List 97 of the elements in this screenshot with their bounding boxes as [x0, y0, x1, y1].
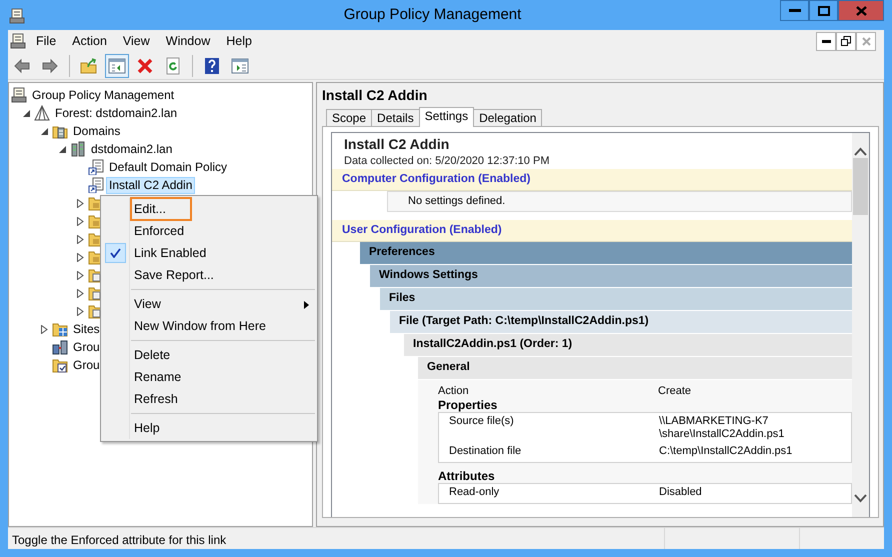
restore-icon — [841, 36, 851, 46]
status-text: Toggle the Enforced attribute for this link — [11, 532, 228, 549]
menu-item[interactable]: Edit... — [130, 196, 192, 222]
section-heading[interactable]: Preferences — [360, 242, 852, 265]
scroll-down-icon[interactable] — [854, 494, 867, 503]
tree-item[interactable]: Forest: dstdomain2.lan — [52, 104, 180, 122]
help-icon — [203, 56, 221, 74]
console-icon — [10, 33, 26, 49]
expand-icon[interactable] — [76, 216, 84, 226]
setting-value: \share\InstallC2Addin.ps1 — [659, 428, 784, 441]
modeling-icon — [52, 339, 68, 355]
scroll-thumb[interactable] — [853, 158, 868, 215]
tree-item[interactable]: Grou — [70, 356, 103, 374]
setting-label: Read-only — [449, 486, 500, 499]
close-icon — [862, 36, 870, 46]
section-heading[interactable]: Computer Configuration (Enabled) — [332, 169, 852, 191]
group-heading: Attributes — [438, 469, 496, 483]
no-settings-note: No settings defined. — [387, 191, 852, 212]
section-heading[interactable]: User Configuration (Enabled) — [332, 220, 852, 242]
expand-icon[interactable] — [40, 324, 48, 334]
section-heading[interactable]: Windows Settings — [370, 265, 852, 288]
forward-icon — [41, 56, 59, 74]
menu-item[interactable]: Rename — [130, 366, 186, 388]
tree-item[interactable]: Group Policy Management — [29, 86, 178, 104]
setting-value: Disabled — [659, 486, 702, 499]
forest-icon — [34, 105, 50, 121]
setting-value: Create — [658, 384, 692, 398]
tree-item[interactable]: Default Domain Policy — [106, 158, 230, 176]
collected-date: Data collected on: 5/20/2020 12:37:10 PM — [343, 154, 550, 169]
maximize-button[interactable] — [809, 0, 838, 21]
close-icon — [856, 6, 866, 16]
results-icon — [52, 357, 68, 373]
tree-item[interactable]: Install C2 Addin — [106, 176, 196, 194]
tree-item[interactable]: Grou — [70, 338, 103, 356]
tree-item[interactable]: dstdomain2.lan — [88, 140, 176, 158]
expand-icon[interactable] — [76, 306, 84, 316]
report-title: Install C2 Addin — [343, 135, 450, 153]
sites-icon — [52, 321, 68, 337]
menu-item[interactable]: Link Enabled — [130, 242, 210, 264]
minimize-button[interactable] — [816, 32, 836, 50]
minimize-icon — [788, 8, 800, 12]
section-heading[interactable]: General — [418, 357, 852, 380]
close-button[interactable] — [838, 0, 884, 21]
section-heading[interactable]: InstallC2Addin.ps1 (Order: 1) — [404, 334, 852, 357]
policy-link-icon — [88, 177, 104, 193]
tab[interactable]: Delegation — [473, 109, 542, 126]
app-icon — [9, 8, 25, 24]
group-heading: Properties — [438, 398, 498, 412]
toolbar-button[interactable] — [105, 54, 129, 78]
menu-item[interactable]: Window — [158, 32, 218, 50]
menu-item[interactable]: New Window from Here — [130, 314, 270, 338]
menu-item[interactable]: Help — [218, 32, 260, 50]
policy-link-icon — [88, 159, 104, 175]
tree-item[interactable]: Domains — [70, 122, 124, 140]
tree-item[interactable]: Sites — [70, 320, 103, 338]
tab[interactable]: Scope — [326, 109, 372, 126]
menu-item[interactable]: Save Report... — [130, 264, 218, 286]
setting-label: Source file(s) — [449, 415, 515, 429]
expand-icon[interactable] — [76, 288, 84, 298]
folder-up-icon — [80, 56, 98, 74]
delete-icon — [136, 56, 154, 74]
menu-item[interactable]: Delete — [130, 344, 174, 366]
setting-label: Action — [438, 384, 470, 398]
expand-icon[interactable] — [76, 270, 84, 280]
menu-item[interactable]: View — [130, 292, 165, 316]
setting-value: \\LABMARKETING-K7 — [659, 415, 770, 428]
scroll-up-icon[interactable] — [854, 147, 867, 156]
expand-icon[interactable] — [76, 198, 84, 208]
console-tree-icon — [108, 56, 126, 74]
menu-item[interactable]: Help — [130, 416, 164, 440]
restore-button[interactable] — [836, 32, 856, 50]
expand-icon[interactable] — [76, 234, 84, 244]
refresh-icon — [164, 56, 182, 74]
action-pane-icon — [231, 56, 249, 74]
domain-icon — [70, 141, 86, 157]
pane-title: Install C2 Addin — [322, 87, 428, 104]
back-icon — [13, 56, 31, 74]
window-title: Group Policy Management — [342, 5, 522, 25]
minimize-button[interactable] — [780, 0, 809, 21]
setting-label: Destination file — [449, 445, 522, 458]
menu-item[interactable]: Refresh — [130, 388, 182, 410]
collapse-icon[interactable] — [22, 110, 30, 116]
collapse-icon[interactable] — [58, 146, 66, 152]
minimize-icon — [822, 40, 830, 42]
console-icon — [11, 87, 27, 103]
maximize-icon — [818, 6, 830, 16]
section-heading[interactable]: File (Target Path: C:\temp\InstallC2Addin.ps1) — [390, 311, 852, 334]
collapse-icon[interactable] — [40, 128, 48, 134]
tab[interactable]: Settings — [418, 107, 474, 127]
menu-item[interactable]: File — [28, 32, 64, 50]
setting-value: C:\temp\InstallC2Addin.ps1 — [659, 445, 792, 458]
menu-item[interactable]: Enforced — [130, 220, 188, 242]
menu-item[interactable]: View — [114, 32, 158, 50]
section-heading[interactable]: Files — [380, 288, 852, 311]
menu-item[interactable]: Action — [64, 32, 115, 50]
expand-icon[interactable] — [76, 252, 84, 262]
scrollbar[interactable] — [852, 133, 869, 517]
